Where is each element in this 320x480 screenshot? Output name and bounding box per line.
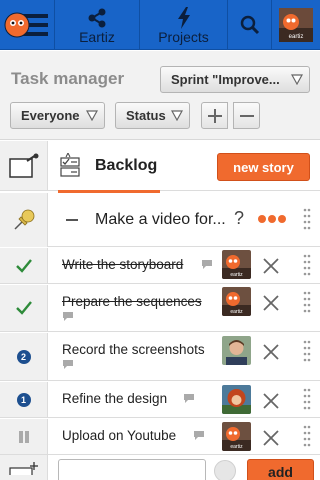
task-manager-header: Task manager Sprint "Improve... Everyone… <box>0 51 320 140</box>
svg-text:eartiz: eartiz <box>230 309 243 315</box>
sprint-select-value: Sprint "Improve... <box>171 72 280 87</box>
search-icon <box>240 15 259 35</box>
task-status-cell[interactable] <box>0 248 48 283</box>
task-row[interactable]: Prepare the sequences eartiz <box>0 285 320 332</box>
page-title: Task manager <box>11 69 125 88</box>
task-label[interactable]: Refine the design <box>62 391 167 406</box>
avatar <box>222 336 251 365</box>
sprint-select[interactable]: Sprint "Improve... <box>160 66 310 93</box>
drag-handle-icon[interactable] <box>303 339 311 365</box>
drag-handle-icon[interactable] <box>303 290 311 316</box>
add-task-button[interactable]: add <box>247 459 314 480</box>
checkmark-icon <box>15 301 32 315</box>
user-avatar-button[interactable]: eartiz <box>272 0 320 50</box>
assignee-picker[interactable] <box>214 460 236 480</box>
chevron-down-icon <box>291 74 303 85</box>
add-task-left-cell <box>0 455 48 480</box>
close-icon[interactable] <box>262 343 280 361</box>
task-label[interactable]: Write the storyboard <box>62 257 183 272</box>
drag-handle-icon[interactable] <box>303 207 311 233</box>
menu-button[interactable] <box>0 0 55 50</box>
status-filter-value: Status <box>126 108 166 123</box>
avatar: eartiz <box>222 250 251 279</box>
add-task-row: add <box>0 455 320 480</box>
drag-handle-icon[interactable] <box>303 387 311 413</box>
status-badge: 2 <box>16 349 31 364</box>
avatar <box>222 385 251 414</box>
story-left-cell <box>0 193 48 247</box>
close-icon[interactable] <box>262 392 280 410</box>
task-label[interactable]: Prepare the sequences <box>62 294 202 309</box>
drag-handle-icon[interactable] <box>303 253 311 279</box>
pause-icon <box>18 430 29 443</box>
nav-item-projects[interactable]: Projects <box>140 0 228 50</box>
story-row[interactable]: Make a video for... ? <box>0 193 320 247</box>
new-story-button[interactable]: new story <box>217 153 310 181</box>
logo-menu-icon <box>4 12 48 38</box>
status-filter-select[interactable]: Status <box>115 102 190 129</box>
close-icon[interactable] <box>262 429 280 447</box>
avatar: eartiz <box>222 287 251 316</box>
assignee-filter-select[interactable]: Everyone <box>10 102 105 129</box>
avatar: eartiz <box>222 422 251 451</box>
collapse-story-icon[interactable] <box>66 219 78 221</box>
task-row[interactable]: 2 Record the screenshots <box>0 333 320 381</box>
backlog-left-cell <box>0 141 48 190</box>
task-status-cell[interactable]: 1 <box>0 382 48 417</box>
chevron-down-icon <box>171 110 183 121</box>
comment-bubble-icon[interactable] <box>62 359 74 370</box>
pushpin-icon[interactable] <box>11 207 37 233</box>
task-label[interactable]: Record the screenshots <box>62 342 205 357</box>
plus-icon <box>207 108 222 123</box>
lightning-icon <box>177 7 190 29</box>
task-status-cell[interactable] <box>0 419 48 454</box>
comment-bubble-icon[interactable] <box>193 430 205 441</box>
share-icon <box>88 8 106 28</box>
task-status-cell[interactable]: 2 <box>0 333 48 380</box>
checkmark-icon <box>15 258 32 273</box>
svg-text:eartiz: eartiz <box>230 272 243 278</box>
close-icon[interactable] <box>262 257 280 275</box>
minus-icon <box>239 114 254 117</box>
assignee-filter-value: Everyone <box>21 108 80 123</box>
close-icon[interactable] <box>262 294 280 312</box>
top-nav-bar: Eartiz Projects eartiz <box>0 0 320 50</box>
story-more-options-icon[interactable] <box>258 215 286 223</box>
task-row[interactable]: 1 Refine the design <box>0 382 320 418</box>
backlog-header: Backlog new story <box>0 141 320 191</box>
svg-text:eartiz: eartiz <box>230 444 243 450</box>
task-row[interactable]: Upload on Youtube eartiz <box>0 419 320 455</box>
nav-label-projects: Projects <box>158 29 209 45</box>
story-title[interactable]: Make a video for... <box>95 211 226 229</box>
svg-text:eartiz: eartiz <box>289 34 304 40</box>
task-row[interactable]: Write the storyboard eartiz <box>0 248 320 284</box>
chevron-down-icon <box>86 110 98 121</box>
new-task-input[interactable] <box>58 459 206 480</box>
checklist-icon <box>60 153 80 177</box>
comment-bubble-icon[interactable] <box>183 393 195 404</box>
comment-bubble-icon[interactable] <box>62 311 74 322</box>
expand-all-button[interactable] <box>201 102 228 129</box>
new-task-card-icon[interactable] <box>8 461 39 475</box>
avatar: eartiz <box>279 8 313 42</box>
comment-bubble-icon[interactable] <box>201 259 213 270</box>
status-badge: 1 <box>16 392 31 407</box>
collapse-all-button[interactable] <box>233 102 260 129</box>
search-button[interactable] <box>228 0 272 50</box>
task-status-cell[interactable] <box>0 285 48 331</box>
story-card-icon[interactable] <box>8 153 39 179</box>
drag-handle-icon[interactable] <box>303 424 311 450</box>
task-label[interactable]: Upload on Youtube <box>62 428 176 443</box>
nav-item-eartiz[interactable]: Eartiz <box>55 0 140 50</box>
backlog-title: Backlog <box>95 157 158 174</box>
nav-label-eartiz: Eartiz <box>79 29 115 45</box>
story-help-mark[interactable]: ? <box>234 208 244 229</box>
